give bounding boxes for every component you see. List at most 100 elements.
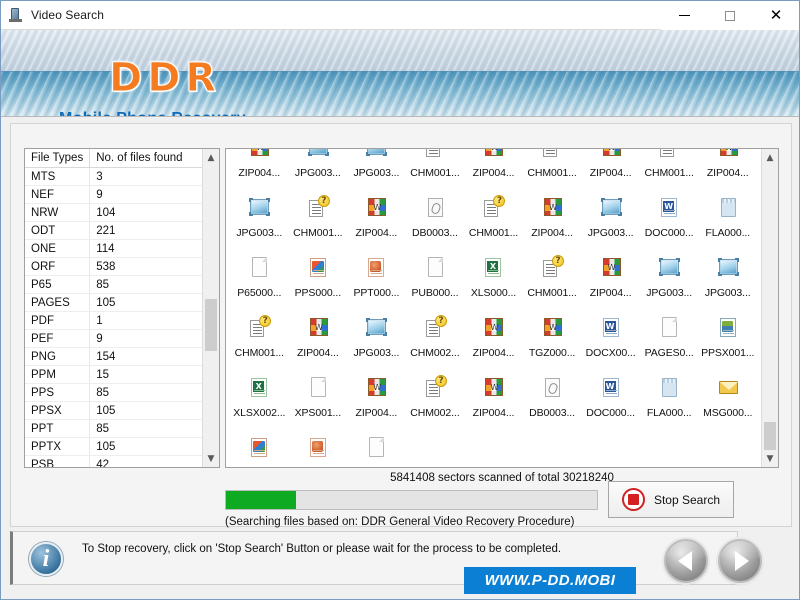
close-button[interactable]: ✕: [753, 1, 799, 30]
file-item[interactable]: ? CHM001...: [523, 247, 582, 307]
stop-search-button[interactable]: Stop Search: [608, 481, 734, 518]
file-item[interactable]: PAGES0...: [640, 307, 699, 367]
scroll-up-icon[interactable]: ▲: [762, 149, 778, 166]
chm-help-icon: ?: [421, 149, 449, 165]
table-row[interactable]: PDF 1: [25, 311, 202, 330]
file-item[interactable]: JPG003...: [347, 307, 406, 367]
scrollbar-thumb[interactable]: [205, 299, 217, 351]
file-item[interactable]: W ZIP004...: [464, 307, 523, 367]
file-item[interactable]: W TGZ000...: [523, 307, 582, 367]
file-item[interactable]: ? CHM001...: [289, 187, 348, 247]
file-item[interactable]: PPSX001...: [698, 307, 757, 367]
file-item[interactable]: X XLS000...: [464, 247, 523, 307]
file-item[interactable]: ? CHM001...: [464, 187, 523, 247]
file-item[interactable]: W ZIP004...: [581, 149, 640, 187]
table-row[interactable]: MTS 3: [25, 167, 202, 186]
file-item[interactable]: PPT000...: [289, 427, 348, 467]
file-item[interactable]: PPS000...: [289, 247, 348, 307]
file-item[interactable]: W ZIP004...: [464, 367, 523, 427]
information-icon: i: [29, 542, 63, 576]
file-item[interactable]: W ZIP004...: [347, 367, 406, 427]
file-item[interactable]: MSG000...: [698, 367, 757, 427]
scroll-down-icon[interactable]: ▼: [203, 450, 219, 467]
found-files-viewport[interactable]: WZIP004...JPG003...JPG003...?CHM001...WZ…: [226, 149, 761, 467]
file-item[interactable]: ? CHM001...: [406, 149, 465, 187]
table-row[interactable]: PPM 15: [25, 365, 202, 384]
stop-record-icon: [621, 488, 645, 511]
file-item[interactable]: W ZIP004...: [523, 187, 582, 247]
table-row[interactable]: PEF 9: [25, 329, 202, 348]
table-row[interactable]: P65 85: [25, 275, 202, 294]
file-item[interactable]: ? CHM002...: [406, 307, 465, 367]
table-row[interactable]: NEF 9: [25, 185, 202, 204]
table-row[interactable]: NRW 104: [25, 203, 202, 222]
file-item[interactable]: JPG003...: [230, 187, 289, 247]
table-row[interactable]: ONE 114: [25, 239, 202, 258]
scroll-up-icon[interactable]: ▲: [203, 149, 219, 166]
file-item[interactable]: FLA000...: [698, 187, 757, 247]
file-item[interactable]: JPG003...: [581, 187, 640, 247]
table-row[interactable]: PNG 154: [25, 347, 202, 366]
notepad-icon: [655, 375, 683, 405]
file-item[interactable]: ? CHM002...: [406, 367, 465, 427]
table-row[interactable]: PPS 85: [25, 383, 202, 402]
cell-files-found: 538: [89, 257, 202, 276]
file-item[interactable]: W DOCX00...: [581, 307, 640, 367]
file-item-label: ZIP004...: [472, 407, 515, 419]
powerpoint-show-icon: [304, 255, 332, 285]
file-item[interactable]: P65000...: [230, 247, 289, 307]
file-item[interactable]: PUB000...: [406, 247, 465, 307]
file-item[interactable]: JPG003...: [347, 149, 406, 187]
file-item[interactable]: W ZIP004...: [581, 247, 640, 307]
table-row[interactable]: PPSX 105: [25, 401, 202, 420]
table-row[interactable]: ODT 221: [25, 221, 202, 240]
file-item[interactable]: PPT000...: [347, 247, 406, 307]
zip-archive-icon: W: [304, 315, 332, 345]
scrollbar-thumb[interactable]: [764, 422, 776, 450]
table-row[interactable]: PPTX 105: [25, 437, 202, 456]
file-item[interactable]: ? CHM001...: [523, 149, 582, 187]
found-files-scrollbar[interactable]: ▲ ▼: [761, 149, 778, 467]
file-item[interactable]: JPG003...: [289, 149, 348, 187]
file-item[interactable]: W ZIP004...: [230, 149, 289, 187]
next-button[interactable]: [718, 539, 762, 583]
table-row[interactable]: PAGES 105: [25, 293, 202, 312]
file-item[interactable]: PUB000...: [347, 427, 406, 467]
file-item[interactable]: XPS001...: [289, 367, 348, 427]
word-doc-icon: W: [655, 195, 683, 225]
table-row[interactable]: ORF 538: [25, 257, 202, 276]
file-item[interactable]: W ZIP004...: [464, 149, 523, 187]
file-item[interactable]: X XLSX002...: [230, 367, 289, 427]
file-item[interactable]: W ZIP004...: [347, 187, 406, 247]
previous-button[interactable]: [664, 539, 708, 583]
file-item[interactable]: ? CHM001...: [230, 307, 289, 367]
minimize-button[interactable]: [661, 1, 707, 30]
website-badge[interactable]: WWW.P-DD.MOBI: [464, 567, 636, 594]
file-item[interactable]: FLA000...: [640, 367, 699, 427]
file-item[interactable]: DB0003...: [523, 367, 582, 427]
file-item[interactable]: W DOC000...: [640, 187, 699, 247]
file-item[interactable]: W ZIP004...: [289, 307, 348, 367]
file-item[interactable]: ? CHM001...: [640, 149, 699, 187]
cell-file-type: NRW: [25, 203, 91, 222]
file-item[interactable]: W DOC000...: [581, 367, 640, 427]
stop-search-label: Stop Search: [653, 492, 721, 507]
file-item-label: ZIP004...: [531, 227, 573, 239]
ddr-logo: DDR: [108, 55, 222, 101]
table-row[interactable]: PSB 42: [25, 455, 202, 467]
file-item[interactable]: JPG003...: [640, 247, 699, 307]
file-item[interactable]: DB0003...: [406, 187, 465, 247]
file-item[interactable]: JPG003...: [698, 247, 757, 307]
scroll-down-icon[interactable]: ▼: [762, 450, 778, 467]
cell-files-found: 9: [89, 185, 202, 204]
maximize-button[interactable]: [707, 1, 753, 30]
cell-files-found: 9: [89, 329, 202, 348]
cell-file-type: ODT: [25, 221, 91, 240]
file-item[interactable]: W ZIP004...: [698, 149, 757, 187]
file-types-scrollbar[interactable]: ▲ ▼: [202, 149, 219, 467]
table-header-row: File Types No. of files found: [25, 149, 202, 168]
file-item[interactable]: PPS000...: [230, 427, 289, 467]
table-row[interactable]: PPT 85: [25, 419, 202, 438]
file-item-label: DB0003...: [529, 407, 575, 419]
file-item-label: P65000...: [237, 287, 282, 299]
